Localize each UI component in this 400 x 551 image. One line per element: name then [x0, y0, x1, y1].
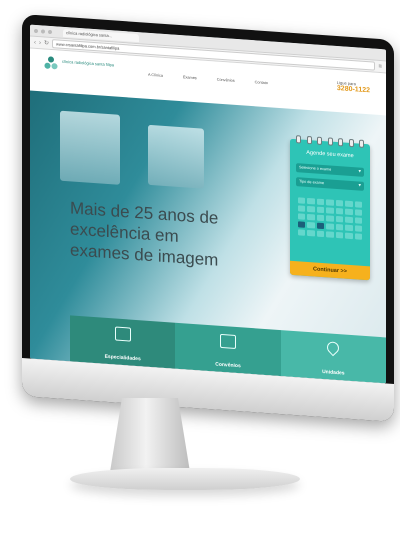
- calendar-day[interactable]: [316, 198, 325, 206]
- calendar-day[interactable]: [354, 225, 362, 232]
- calendar-day[interactable]: [345, 200, 353, 208]
- calendar-day[interactable]: [316, 206, 325, 214]
- calendar-day-selected[interactable]: [298, 221, 306, 228]
- calendar-day[interactable]: [354, 233, 362, 240]
- feature-unidades[interactable]: Unidades: [280, 330, 386, 384]
- continue-button[interactable]: Continuar >>: [290, 260, 370, 281]
- hero-section: Mais de 25 anos de excelência em exames …: [30, 90, 386, 384]
- maximize-dot-icon[interactable]: [48, 29, 52, 34]
- nav-link-convenios[interactable]: Convênios: [217, 78, 235, 83]
- calendar-spiral: [296, 135, 364, 148]
- hero-title: Mais de 25 anos de excelência em exames …: [70, 198, 219, 270]
- schedule-widget: Agende seu exame Selecione o exame ▾ Tip…: [290, 135, 370, 281]
- phone-number[interactable]: 3280-1122: [337, 85, 370, 94]
- xray-image: [148, 124, 204, 189]
- calendar-day[interactable]: [326, 207, 334, 214]
- monitor-stand-base: [70, 468, 300, 490]
- nav-link-contato[interactable]: Contato: [255, 80, 268, 85]
- calendar-day[interactable]: [326, 199, 334, 206]
- calendar-day[interactable]: [307, 205, 315, 213]
- calendar-day[interactable]: [354, 217, 362, 224]
- calendar-grid: [298, 197, 362, 240]
- menu-icon[interactable]: ≡: [378, 63, 382, 69]
- exam-select[interactable]: Selecione o exame ▾: [296, 163, 364, 177]
- feature-especialidades[interactable]: Especialidades: [70, 315, 176, 369]
- main-nav: A Clínica Exames Convênios Contato: [148, 73, 268, 85]
- back-icon[interactable]: ‹: [34, 39, 36, 45]
- calendar-day[interactable]: [326, 215, 334, 222]
- exam-type-select[interactable]: Tipo de exame ▾: [296, 177, 364, 191]
- calendar-day[interactable]: [298, 197, 306, 204]
- calendar-day[interactable]: [298, 213, 306, 220]
- minimize-dot-icon[interactable]: [41, 28, 45, 34]
- calendar-day[interactable]: [298, 205, 306, 212]
- location-pin-icon: [324, 339, 342, 357]
- calendar-day[interactable]: [345, 216, 353, 224]
- calendar-day[interactable]: [335, 199, 344, 207]
- logo-icon[interactable]: [44, 56, 58, 71]
- calendar-day[interactable]: [307, 229, 315, 237]
- nav-link-exames[interactable]: Exames: [183, 75, 197, 80]
- phone-box: Ligue para 3280-1122: [337, 80, 370, 94]
- chevron-down-icon: ▾: [358, 182, 361, 189]
- feature-convenios[interactable]: Convênios: [175, 322, 281, 377]
- calendar-day[interactable]: [335, 215, 344, 223]
- exam-type-select-label: Tipo de exame: [299, 179, 324, 186]
- calendar-day[interactable]: [335, 207, 344, 215]
- forward-icon[interactable]: ›: [39, 40, 41, 46]
- calendar-day[interactable]: [316, 214, 325, 222]
- calendar-day[interactable]: [307, 197, 315, 205]
- calendar-day[interactable]: [345, 224, 353, 232]
- calendar-day[interactable]: [345, 208, 353, 216]
- chevron-down-icon: ▾: [358, 168, 361, 175]
- calendar-day[interactable]: [354, 201, 362, 208]
- monitor: clínica radiológica santa... ‹ › ↻ www.c…: [22, 14, 394, 423]
- calendar-day[interactable]: [326, 223, 334, 230]
- calendar-day[interactable]: [307, 221, 315, 229]
- calendar-day[interactable]: [316, 230, 325, 238]
- reload-icon[interactable]: ↻: [44, 40, 49, 47]
- document-icon: [114, 326, 131, 342]
- logo-text: clínica radiológica santa filipa: [62, 58, 115, 68]
- calendar-day[interactable]: [298, 229, 306, 236]
- card-icon: [219, 333, 236, 349]
- exam-select-label: Selecione o exame: [299, 165, 332, 172]
- calendar-day[interactable]: [354, 209, 362, 216]
- monitor-stand-neck: [110, 398, 190, 472]
- calendar-day[interactable]: [335, 223, 344, 231]
- schedule-title: Agende seu exame: [306, 149, 354, 160]
- calendar-day[interactable]: [345, 232, 353, 240]
- calendar-day[interactable]: [326, 231, 334, 238]
- xray-image: [60, 110, 120, 185]
- nav-link-clinica[interactable]: A Clínica: [148, 73, 163, 78]
- calendar-day[interactable]: [307, 213, 315, 221]
- close-dot-icon[interactable]: [34, 28, 38, 33]
- calendar-day[interactable]: [335, 231, 344, 239]
- screen: clínica radiológica santa... ‹ › ↻ www.c…: [30, 24, 386, 384]
- calendar-day-selected[interactable]: [316, 222, 325, 230]
